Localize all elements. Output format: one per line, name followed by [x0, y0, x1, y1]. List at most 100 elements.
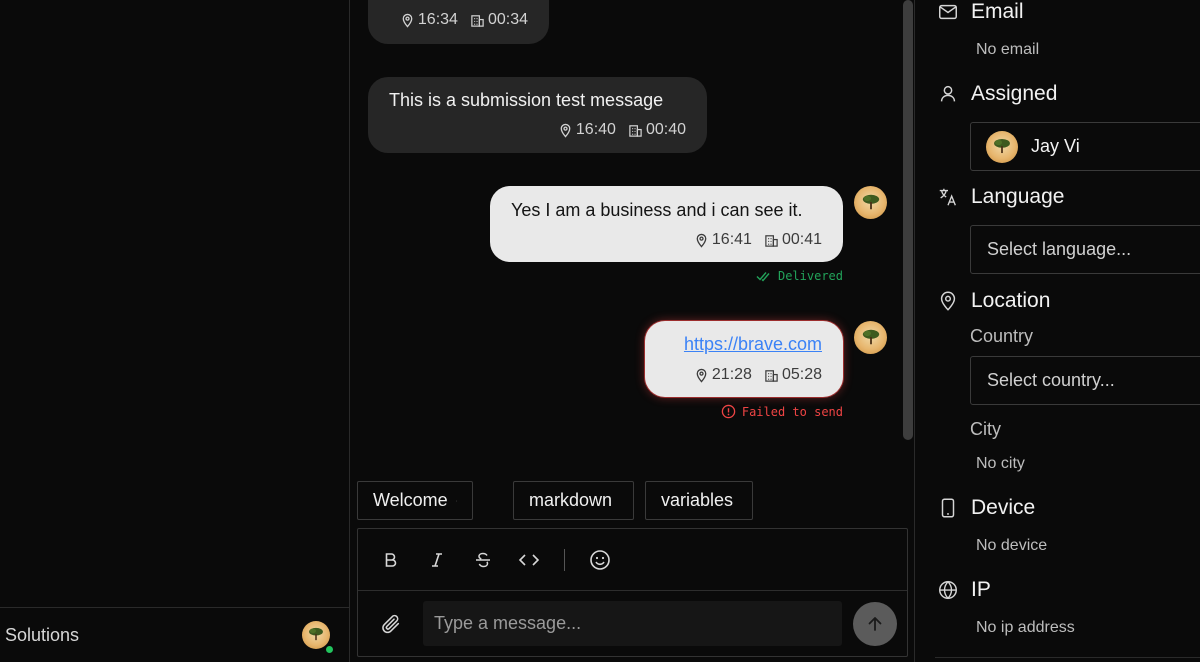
section-label: IP: [971, 578, 991, 601]
workspace-name: Solutions: [5, 624, 80, 645]
chat-panel: 16:34 00:34 This is a submission test me…: [351, 0, 914, 662]
paperclip-icon: [382, 614, 400, 634]
message-input[interactable]: [423, 601, 842, 646]
quick-reply-label: Welcome: [373, 490, 448, 510]
location-section-header: Location: [937, 289, 1050, 313]
workspace-footer[interactable]: Solutions: [0, 607, 349, 662]
mail-icon: [939, 4, 957, 20]
assignee-avatar: [986, 130, 1018, 163]
city-label: City: [970, 419, 1001, 439]
device-value: No device: [976, 537, 1048, 554]
attach-button[interactable]: [380, 613, 402, 635]
ip-section-header: IP: [937, 578, 991, 602]
language-section-header: Language: [937, 185, 1064, 209]
country-placeholder: Select country...: [987, 370, 1115, 390]
location-pin-icon: [696, 233, 707, 248]
section-label: Device: [971, 496, 1036, 519]
email-section-header: Email: [937, 0, 1024, 24]
formatting-toolbar: [358, 529, 907, 591]
quick-reply-markdown[interactable]: markdown: [513, 481, 634, 520]
location-pin-icon: [560, 123, 571, 138]
agent-avatar: [854, 321, 887, 354]
country-label: Country: [970, 326, 1034, 346]
tree-icon: [862, 329, 879, 345]
bold-button[interactable]: [380, 549, 402, 571]
arrow-up-icon: [868, 617, 882, 631]
italic-button[interactable]: [426, 549, 448, 571]
panel-divider: [935, 657, 1200, 658]
section-label: Assigned: [971, 82, 1058, 105]
local-time: 05:28: [781, 366, 822, 383]
section-label: Location: [971, 289, 1051, 312]
device-section-header: Device: [937, 496, 1035, 520]
language-placeholder: Select language...: [987, 239, 1132, 259]
double-check-icon: [756, 272, 770, 282]
building-icon: [629, 124, 642, 137]
chat-scrollbar[interactable]: [903, 0, 913, 440]
local-time: 00:41: [781, 231, 822, 248]
message-text: This is a submission test message: [389, 90, 664, 110]
message-meta: 16:34 00:34: [389, 11, 528, 29]
failed-status[interactable]: Failed to send: [721, 404, 843, 419]
alert-circle-icon: [721, 404, 736, 419]
composer-input-row: [358, 591, 907, 657]
online-status-dot: [325, 645, 334, 654]
quick-reply-welcome[interactable]: Welcome: [357, 481, 473, 520]
ip-value: No ip address: [976, 619, 1075, 636]
message-bubble-incoming: This is a submission test message 16:40 …: [368, 77, 707, 153]
building-icon: [471, 14, 484, 27]
tree-icon: [994, 138, 1010, 153]
italic-icon: [432, 552, 442, 567]
message-meta: 21:28 05:28: [666, 366, 822, 384]
conversation-sidebar: Solutions: [0, 0, 350, 662]
contact-details-panel: Email No email Assigned Jay Vi Language …: [914, 0, 1200, 662]
local-time: 00:40: [645, 121, 686, 138]
message-link[interactable]: https://brave.com: [684, 334, 822, 355]
assignee-select[interactable]: Jay Vi: [970, 122, 1200, 171]
message-bubble-outgoing: https://brave.com 21:28 05:28: [645, 321, 843, 397]
map-pin-icon: [940, 291, 956, 311]
assigned-section-header: Assigned: [937, 82, 1057, 106]
smartphone-icon: [941, 498, 955, 518]
paperclip-icon: [455, 499, 457, 502]
assignee-name: Jay Vi: [1031, 136, 1080, 156]
location-time: 21:28: [711, 366, 752, 383]
smiley-icon: [590, 549, 610, 570]
location-time: 16:40: [575, 121, 616, 138]
status-text: Failed to send: [741, 404, 843, 419]
toolbar-divider: [564, 548, 565, 571]
code-button[interactable]: [518, 549, 540, 571]
message-text: Yes I am a business and i can see it.: [511, 200, 803, 220]
section-label: Email: [971, 0, 1024, 23]
message-bubble-incoming: 16:34 00:34: [368, 0, 549, 44]
emoji-button[interactable]: [589, 549, 611, 571]
building-icon: [765, 369, 778, 382]
city-value: No city: [976, 455, 1025, 472]
message-composer: [357, 528, 908, 657]
message-meta: 16:40 00:40: [389, 121, 686, 139]
language-select[interactable]: Select language...: [970, 225, 1200, 274]
delivered-status: Delivered: [756, 269, 843, 283]
tree-icon: [862, 194, 879, 210]
status-text: Delivered: [777, 269, 843, 283]
location-pin-icon: [402, 13, 413, 28]
message-meta: 16:41 00:41: [511, 231, 822, 249]
strikethrough-button[interactable]: [472, 549, 494, 571]
bold-icon: [385, 552, 397, 567]
agent-avatar: [854, 186, 887, 219]
send-button[interactable]: [853, 602, 897, 646]
quick-reply-label: variables: [661, 490, 734, 510]
user-avatar[interactable]: [302, 621, 334, 654]
message-bubble-outgoing: Yes I am a business and i can see it. 16…: [490, 186, 843, 262]
quick-reply-variables[interactable]: variables: [645, 481, 753, 520]
tree-icon: [309, 628, 323, 641]
location-time: 16:34: [417, 11, 458, 28]
globe-icon: [939, 580, 957, 600]
strikethrough-icon: [476, 552, 490, 567]
email-value: No email: [976, 41, 1040, 58]
code-icon: [518, 553, 540, 566]
country-select[interactable]: Select country...: [970, 356, 1200, 405]
local-time: 00:34: [487, 11, 528, 28]
translate-icon: [939, 188, 956, 206]
building-icon: [765, 234, 778, 247]
